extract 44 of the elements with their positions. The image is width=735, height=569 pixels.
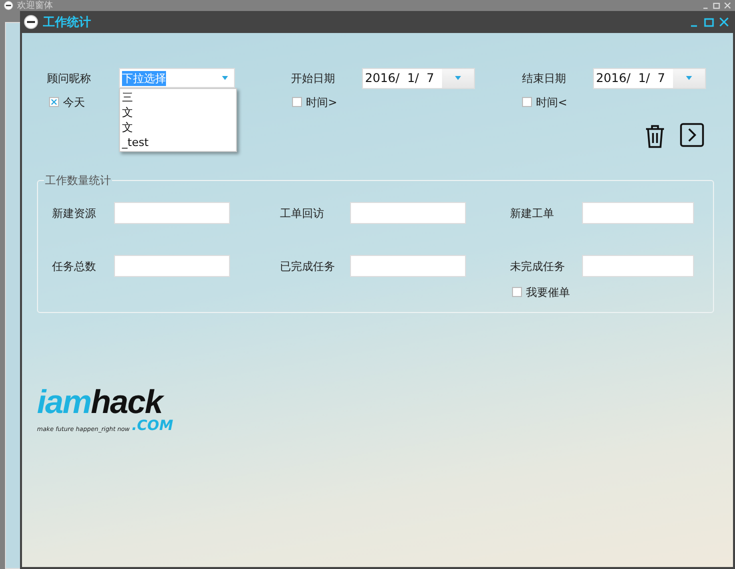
close-icon[interactable]: [724, 2, 731, 9]
field-label: 未完成任务: [510, 258, 566, 274]
dropdown-arrow-icon[interactable]: [686, 76, 692, 80]
checkbox-label: 今天: [63, 94, 85, 110]
field-label: 开始日期: [291, 70, 336, 86]
app-logo-icon: [4, 1, 13, 10]
window-title: 工作统计: [43, 14, 92, 30]
arrow-right-icon[interactable]: [680, 123, 704, 149]
field-label: 新建资源: [52, 206, 97, 220]
dropdown-option[interactable]: 三: [120, 90, 236, 105]
group-title: 工作数量统计: [44, 173, 112, 188]
field-label: 新建工单: [510, 206, 555, 220]
app-logo-icon: [24, 15, 38, 29]
dropdown-option[interactable]: 文: [120, 120, 236, 135]
field-label: 顾问昵称: [47, 70, 92, 86]
checkbox-label: 时间>: [306, 94, 338, 110]
dropdown-arrow-icon[interactable]: [222, 76, 228, 80]
checked-checkbox[interactable]: [49, 97, 59, 107]
input-field[interactable]: [350, 202, 466, 224]
close-icon[interactable]: [719, 17, 729, 27]
maximize-icon[interactable]: [713, 2, 720, 9]
dropdown-option[interactable]: _test: [120, 135, 236, 150]
logo-domain: .COM: [132, 419, 174, 433]
date-field[interactable]: 2016/ 1/ 7: [362, 68, 475, 88]
date-field[interactable]: 2016/ 1/ 7: [593, 68, 706, 88]
input-field[interactable]: [582, 255, 694, 277]
dropdown-option[interactable]: 文: [120, 105, 236, 120]
field-label: 已完成任务: [280, 258, 336, 274]
trash-icon[interactable]: [643, 123, 667, 149]
field-label: 任务总数: [52, 258, 97, 274]
field-label: 结束日期: [522, 70, 567, 86]
input-field[interactable]: [582, 202, 694, 224]
checkbox[interactable]: [522, 97, 532, 107]
input-field[interactable]: [114, 202, 230, 224]
checkbox-label: 时间<: [536, 94, 568, 110]
checkbox[interactable]: [512, 287, 522, 297]
checkbox-label: 我要催单: [526, 284, 570, 300]
dropdown-arrow-icon[interactable]: [455, 76, 461, 80]
input-field[interactable]: [350, 255, 466, 277]
input-field[interactable]: [114, 255, 230, 277]
checkbox[interactable]: [292, 97, 302, 107]
brand-logo: iamhack: [37, 385, 164, 419]
field-label: 工单回访: [280, 206, 325, 220]
window-title: 欢迎窗体: [17, 0, 54, 10]
